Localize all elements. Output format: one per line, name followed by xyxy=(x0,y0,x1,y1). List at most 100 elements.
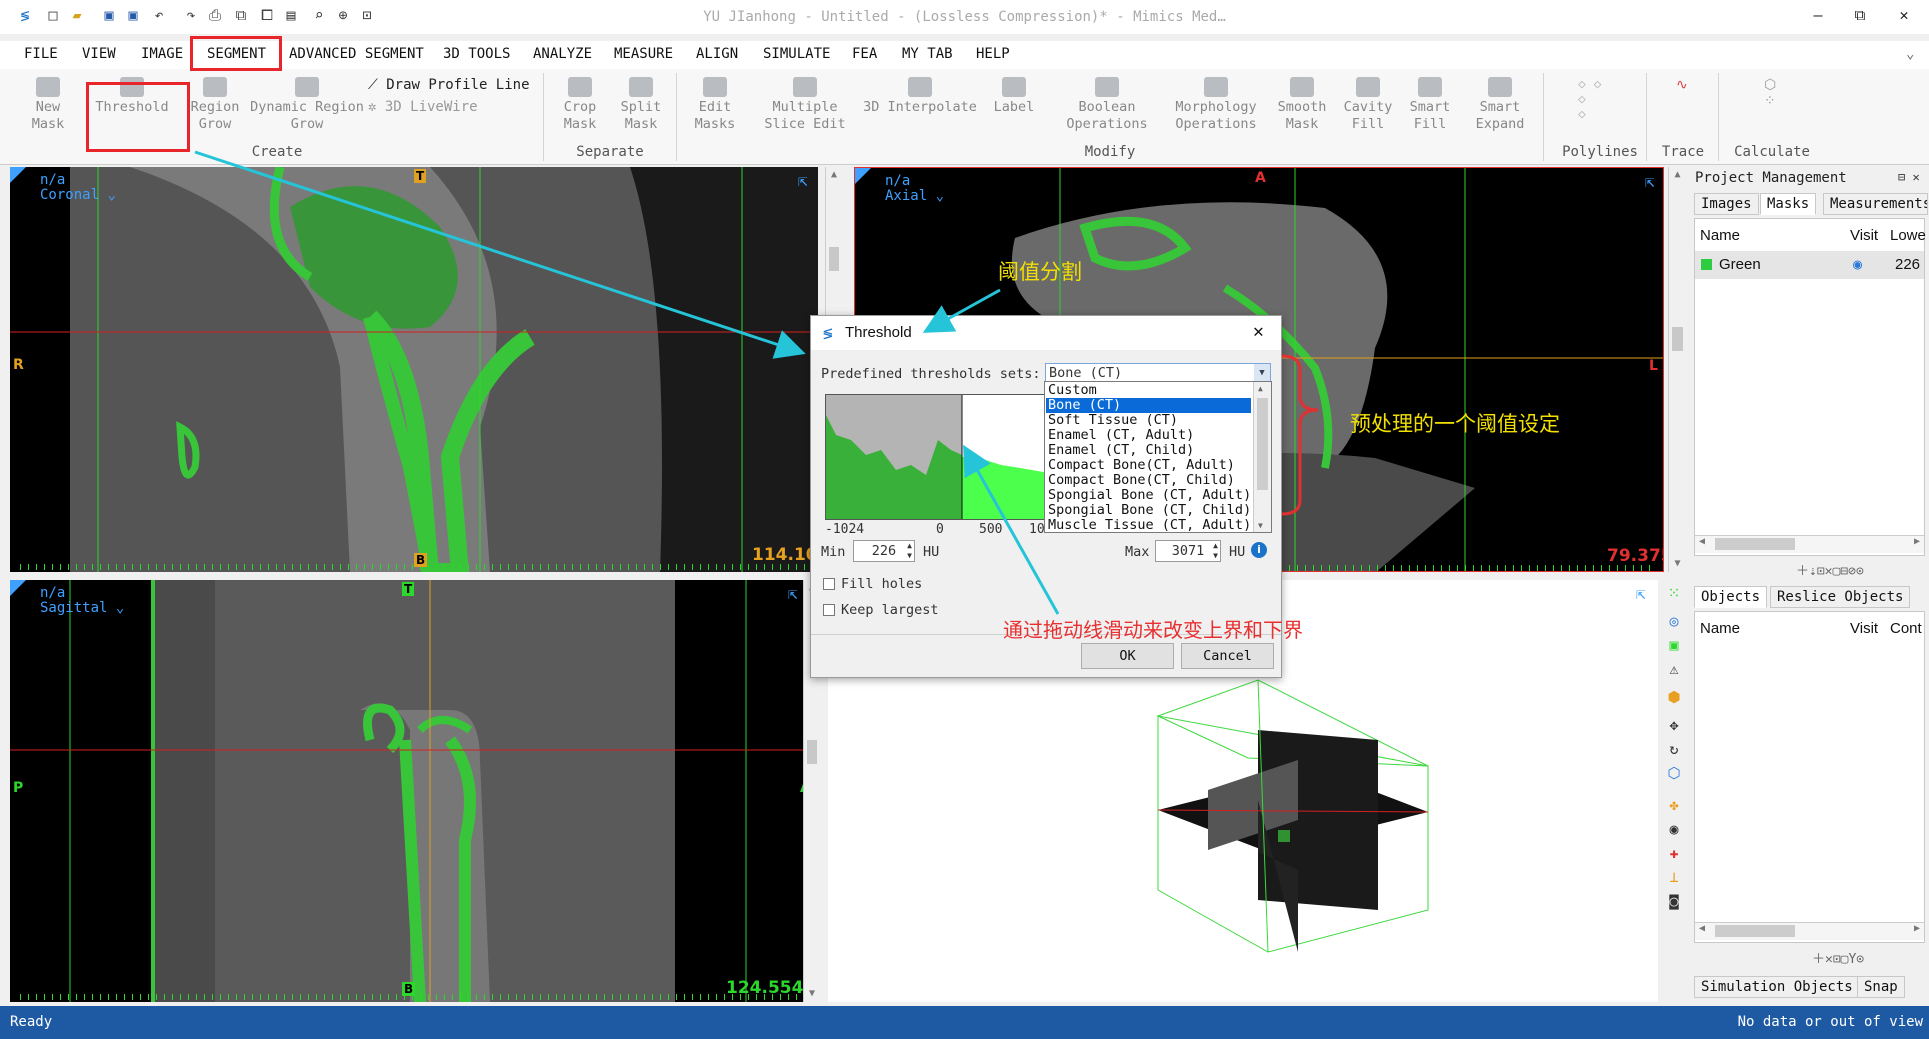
menu-my-tab[interactable]: MY TAB xyxy=(902,46,953,62)
close-icon[interactable]: ✕ xyxy=(1892,6,1916,24)
menu-help[interactable]: HELP xyxy=(976,46,1010,62)
predefined-select[interactable]: Bone (CT) ▼ xyxy=(1045,363,1271,383)
menu-analyze[interactable]: ANALYZE xyxy=(533,46,592,62)
restore-icon[interactable]: ⧉ xyxy=(1848,6,1872,24)
maximize-view-icon[interactable]: ⇱ xyxy=(788,584,798,603)
dropdown-option[interactable]: Muscle Tissue (CT, Adult) xyxy=(1046,518,1251,533)
threshold-histogram[interactable] xyxy=(825,394,1050,520)
smart-fill-button[interactable]: Smart Fill xyxy=(1406,77,1454,133)
min-input[interactable]: 226 ▲ ▼ xyxy=(853,540,915,562)
eye-icon[interactable]: ◉ xyxy=(1664,820,1684,838)
panel-pin-icon[interactable]: ⊟ ✕ xyxy=(1898,170,1920,184)
menu-image[interactable]: IMAGE xyxy=(141,46,183,62)
snap-button[interactable]: Snap xyxy=(1857,976,1905,998)
dropdown-option[interactable]: Compact Bone(CT, Child) xyxy=(1046,473,1251,488)
menu-simulate[interactable]: SIMULATE xyxy=(763,46,830,62)
morphology-operations-button[interactable]: Morphology Operations xyxy=(1172,77,1260,133)
3d-interpolate-button[interactable]: 3D Interpolate xyxy=(862,77,978,116)
eye-icon[interactable]: ◉ xyxy=(1853,255,1862,273)
new-mask-button[interactable]: New Mask xyxy=(28,77,68,133)
coordinate-icon[interactable]: ⊥ xyxy=(1664,868,1684,886)
smart-expand-button[interactable]: Smart Expand xyxy=(1474,77,1526,133)
spin-icon[interactable]: ▲ ▼ xyxy=(907,541,912,561)
tab-measurements[interactable]: Measurements xyxy=(1823,193,1928,215)
coronal-view[interactable]: n/aCoronal ⌄ T B R 114.105 ⇱ xyxy=(10,167,818,572)
label-button[interactable]: Label xyxy=(990,77,1038,116)
sagittal-label[interactable]: n/a Sagittal ⌄ xyxy=(40,586,124,616)
dialog-close-icon[interactable]: ✕ xyxy=(1253,321,1264,342)
mask-actions-icons[interactable]: ＋⇣⊡✕▢⊟⊘⊙ xyxy=(1796,560,1864,579)
tab-masks[interactable]: Masks xyxy=(1760,193,1817,215)
menu-fea[interactable]: FEA xyxy=(852,46,877,62)
dynamic-region-grow-button[interactable]: Dynamic Region Grow xyxy=(247,77,367,133)
axes-icon[interactable]: ✤ xyxy=(1664,796,1684,814)
pan-icon[interactable]: ✥ xyxy=(1664,716,1684,734)
edit-masks-button[interactable]: Edit Masks xyxy=(694,77,736,133)
dropdown-option[interactable]: Compact Bone(CT, Adult) xyxy=(1046,458,1251,473)
crosshair-icon[interactable]: ✚ xyxy=(1664,844,1684,862)
dropdown-scrollbar[interactable]: ▲ ▼ xyxy=(1253,382,1271,532)
cavity-fill-button[interactable]: Cavity Fill xyxy=(1342,77,1394,133)
dropdown-option[interactable]: Spongial Bone (CT, Adult) xyxy=(1046,488,1251,503)
maximize-view-icon[interactable]: ⇱ xyxy=(1645,172,1655,191)
camera-icon[interactable]: ◙ xyxy=(1664,892,1684,910)
fill-holes-checkbox[interactable] xyxy=(823,578,835,590)
trace-icon[interactable]: ∿ xyxy=(1676,77,1688,93)
dropdown-option[interactable]: Spongial Bone (CT, Child) xyxy=(1046,503,1251,518)
spin-icon[interactable]: ▲ ▼ xyxy=(1213,541,1218,561)
dropdown-option[interactable]: Soft Tissue (CT) xyxy=(1046,413,1251,428)
dropdown-option[interactable]: Custom xyxy=(1046,383,1251,398)
menu-view[interactable]: VIEW xyxy=(82,46,116,62)
col-contour: Cont xyxy=(1890,620,1922,637)
draw-profile-line-button[interactable]: ⟋ Draw Profile Line xyxy=(368,77,530,93)
objects-hscroll[interactable]: ◀ ▶ xyxy=(1695,922,1924,940)
transparency-icon[interactable]: ◎ xyxy=(1664,612,1684,630)
smooth-mask-button[interactable]: Smooth Mask xyxy=(1276,77,1328,133)
dropdown-option[interactable]: Enamel (CT, Adult) xyxy=(1046,428,1251,443)
chevron-down-icon[interactable]: ▼ xyxy=(1254,364,1270,382)
max-input[interactable]: 3071 ▲ ▼ xyxy=(1155,540,1221,562)
calculate-icon[interactable]: ⬡ ⁘ xyxy=(1764,77,1776,109)
grid-icon[interactable]: ⁙ xyxy=(1664,584,1684,602)
keep-largest-checkbox[interactable] xyxy=(823,604,835,616)
object-actions-icons[interactable]: ＋✕⊡▢Y⊙ xyxy=(1812,948,1864,967)
tab-images[interactable]: Images xyxy=(1694,193,1759,215)
sagittal-view[interactable]: n/aSagittal ⌄ T B P A 124.5548 ⇱ xyxy=(10,580,818,1002)
cancel-button[interactable]: Cancel xyxy=(1181,643,1274,669)
menu-align[interactable]: ALIGN xyxy=(696,46,738,62)
masks-hscroll[interactable]: ◀ ▶ xyxy=(1695,535,1924,553)
menu-file[interactable]: FILE xyxy=(24,46,58,62)
axial-scrollbar[interactable]: ▲ ▼ xyxy=(1668,167,1686,572)
measure-icon[interactable]: ⚠ xyxy=(1664,660,1684,678)
multiple-slice-edit-button[interactable]: Multiple Slice Edit xyxy=(762,77,848,133)
ok-button[interactable]: OK xyxy=(1081,643,1174,669)
rotate-icon[interactable]: ↻ xyxy=(1664,740,1684,758)
maximize-view-icon[interactable]: ⇱ xyxy=(1636,584,1646,603)
dropdown-option[interactable]: Enamel (CT, Child) xyxy=(1046,443,1251,458)
cube-icon[interactable]: ⬡ xyxy=(1664,764,1684,782)
menu-segment[interactable]: SEGMENT xyxy=(207,46,266,62)
display-icon[interactable]: ▣ xyxy=(1664,636,1684,654)
boolean-operations-button[interactable]: Boolean Operations xyxy=(1064,77,1150,133)
region-grow-button[interactable]: Region Grow xyxy=(188,77,242,133)
crop-mask-button[interactable]: Crop Mask xyxy=(560,77,600,133)
ribbon-collapse-icon[interactable]: ⌄ xyxy=(1906,46,1914,62)
coronal-label[interactable]: n/a Coronal ⌄ xyxy=(40,173,116,203)
axial-label[interactable]: n/a Axial ⌄ xyxy=(885,174,944,204)
threshold-button[interactable]: Threshold xyxy=(92,77,172,116)
maximize-view-icon[interactable]: ⇱ xyxy=(798,171,808,190)
tab-objects[interactable]: Objects xyxy=(1694,586,1768,608)
menu-3d-tools[interactable]: 3D TOOLS xyxy=(443,46,510,62)
split-mask-button[interactable]: Split Mask xyxy=(620,77,662,133)
livewire-button[interactable]: ✲ 3D LiveWire xyxy=(368,99,478,115)
object-icon[interactable]: ⬢ xyxy=(1664,688,1684,706)
polylines-icons[interactable]: ◇ ◇ ◇ ◇ xyxy=(1578,77,1601,122)
table-row[interactable]: Green ◉ 226 xyxy=(1695,251,1924,279)
tab-reslice-objects[interactable]: Reslice Objects xyxy=(1770,586,1910,608)
menu-measure[interactable]: MEASURE xyxy=(614,46,673,62)
info-icon[interactable]: i xyxy=(1251,542,1267,558)
dropdown-option-selected[interactable]: Bone (CT) xyxy=(1046,398,1251,413)
minimize-icon[interactable]: – xyxy=(1806,6,1830,24)
tab-simulation-objects[interactable]: Simulation Objects xyxy=(1694,976,1860,998)
menu-advanced-segment[interactable]: ADVANCED SEGMENT xyxy=(289,46,424,62)
